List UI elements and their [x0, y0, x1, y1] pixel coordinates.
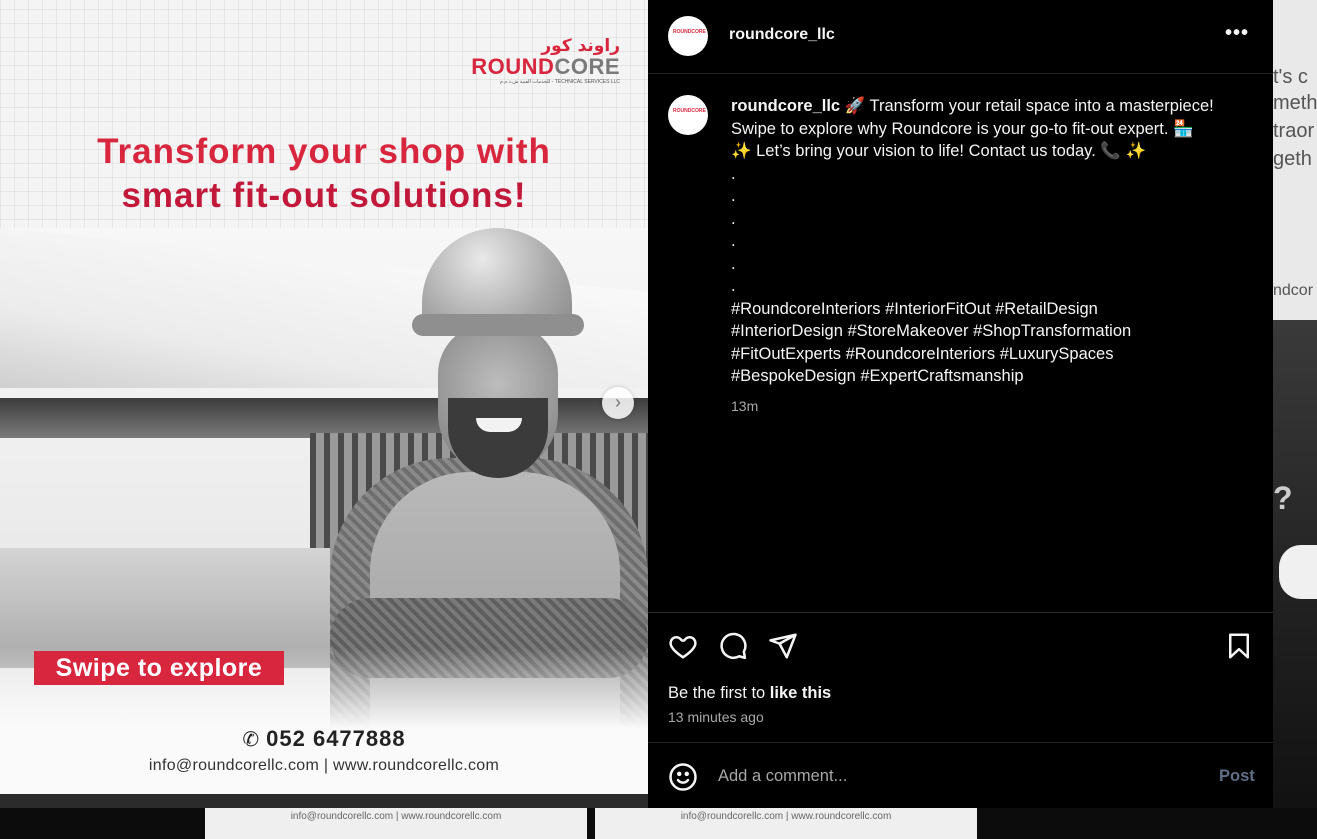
avatar-logo: ROUNDCORE: [673, 29, 706, 35]
share-icon[interactable]: [768, 631, 800, 663]
contact-line: info@roundcorellc.com | www.roundcorellc…: [148, 757, 500, 774]
caption-dot: .: [731, 277, 736, 295]
caption-dot: .: [731, 254, 736, 273]
worker-photo: [0, 228, 648, 794]
action-bar: Be the first to like this 13 minutes ago: [648, 612, 1273, 742]
hashtags-line[interactable]: #RoundcoreInteriors #InteriorFitOut #Ret…: [731, 298, 1241, 321]
hashtags-line[interactable]: #BespokeDesign #ExpertCraftsmanship: [731, 365, 1241, 388]
background-feed-peek: t's c meth traor geth ndcor ?: [1273, 0, 1317, 839]
caption-username-link[interactable]: roundcore_llc: [731, 97, 840, 115]
bg-text: meth: [1273, 92, 1317, 114]
image-headline: Transform your shop with smart fit-out s…: [40, 130, 608, 218]
avatar-logo: ROUNDCORE: [673, 108, 706, 114]
more-options-icon[interactable]: •••: [1222, 23, 1252, 48]
post-comment-button[interactable]: Post: [1219, 767, 1255, 786]
heart-icon[interactable]: [668, 631, 700, 663]
bg-text: info@roundcorellc.com | www.roundcorellc…: [595, 808, 977, 839]
phone-number: ✆ 052 6477888: [0, 726, 648, 752]
bg-text: info@roundcorellc.com | www.roundcorellc…: [205, 808, 587, 839]
caption-dot: .: [731, 209, 736, 228]
username-link[interactable]: roundcore_llc: [729, 26, 835, 44]
caption-dot: .: [731, 232, 736, 250]
phone-icon: ✆: [242, 729, 261, 751]
worker-smile: [476, 418, 522, 432]
caption-section: ROUNDCORE roundcore_llc 🚀 Transform your…: [648, 75, 1273, 612]
logo-english: ROUNDCORE: [470, 56, 620, 78]
caption-dots: . . . . . .: [731, 163, 1241, 298]
caption-dot: .: [731, 187, 736, 205]
bg-text: geth: [1273, 148, 1312, 170]
post-header: ROUNDCORE roundcore_llc •••: [648, 0, 1273, 74]
caption-timestamp[interactable]: 13m: [731, 398, 758, 414]
caption-text: roundcore_llc 🚀 Transform your retail sp…: [731, 95, 1241, 388]
caption-dot: .: [731, 164, 736, 183]
bg-text: t's c: [1273, 66, 1308, 88]
caption-text-1: 🚀 Transform your retail space into a mas…: [844, 97, 1214, 115]
hashtags-line[interactable]: #FitOutExperts #RoundcoreInteriors #Luxu…: [731, 343, 1241, 366]
headline-line-2: smart fit-out solutions!: [121, 176, 527, 215]
comment-bar: Post: [648, 742, 1273, 808]
bookmark-icon[interactable]: [1224, 631, 1256, 663]
posted-time[interactable]: 13 minutes ago: [668, 709, 764, 725]
logo-arabic: راوند كور: [541, 36, 620, 56]
background-feed-bottom: info@roundcorellc.com | www.roundcorellc…: [0, 808, 1317, 839]
post-image[interactable]: راوند كور ROUNDCORE للخدمات الفنية ش.ذ.م…: [0, 0, 648, 794]
caption-line-3: ✨ Let’s bring your vision to life! Conta…: [731, 142, 1147, 160]
logo-word-core: CORE: [554, 54, 620, 79]
bg-search-icon: [1279, 545, 1317, 599]
likes-prefix: Be the first to: [668, 684, 770, 702]
bg-text: ?: [1273, 480, 1293, 516]
likes-text: Be the first to like this: [668, 684, 831, 703]
chevron-right-icon[interactable]: ›: [602, 387, 634, 419]
instagram-post-modal-view: t's c meth traor geth ndcor ? info@round…: [0, 0, 1317, 839]
comment-icon[interactable]: [718, 631, 750, 663]
bg-text: ndcor: [1273, 282, 1314, 299]
avatar[interactable]: ROUNDCORE: [668, 16, 708, 56]
emoji-icon[interactable]: [668, 762, 698, 792]
swipe-banner: Swipe to explore: [34, 651, 284, 685]
logo-subtitle: للخدمات الفنية ش.ذ.م.م - TECHNICAL SERVI…: [499, 79, 620, 85]
headline-line-1: Transform your shop with: [97, 132, 551, 171]
hard-hat-brim: [412, 314, 584, 336]
comment-input[interactable]: [718, 763, 1178, 789]
roundcore-logo: راوند كور ROUNDCORE للخدمات الفنية ش.ذ.م…: [470, 36, 620, 92]
hashtags-line[interactable]: #InteriorDesign #StoreMakeover #ShopTran…: [731, 320, 1241, 343]
caption-line-1: roundcore_llc 🚀 Transform your retail sp…: [731, 95, 1241, 118]
like-this-link[interactable]: like this: [770, 684, 831, 702]
post-side-panel: ROUNDCORE roundcore_llc ••• ROUNDCORE ro…: [648, 0, 1273, 808]
caption-line-2: Swipe to explore why Roundcore is your g…: [731, 119, 1194, 138]
phone-text: 052 6477888: [266, 726, 406, 751]
logo-word-round: ROUND: [471, 54, 555, 79]
avatar[interactable]: ROUNDCORE: [668, 95, 708, 135]
bg-text: traor: [1273, 120, 1315, 142]
